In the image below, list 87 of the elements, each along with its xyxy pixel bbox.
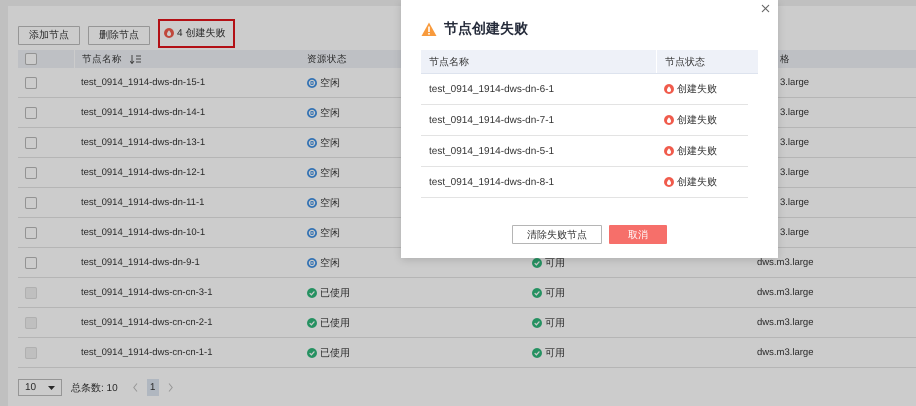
status-text: 已使用 — [320, 346, 350, 360]
idle-status-icon — [307, 258, 317, 268]
node-spec: 3.large — [780, 107, 810, 118]
caret-icon — [48, 386, 55, 390]
column-header: 节点名称 — [429, 56, 469, 68]
idle-status-icon — [307, 168, 317, 178]
failed-status-icon — [664, 177, 674, 187]
column-header: 资源状态 — [307, 52, 347, 66]
node-name: test_0914_1914-dws-dn-15-1 — [81, 77, 206, 88]
check-status-icon — [307, 348, 317, 358]
row-checkbox[interactable] — [25, 106, 37, 118]
node-name: test_0914_1914-dws-dn-5-1 — [429, 146, 554, 156]
page-number[interactable]: 1 — [146, 379, 159, 396]
node-name: test_0914_1914-dws-cn-cn-3-1 — [81, 287, 212, 298]
idle-status-icon — [307, 108, 317, 118]
node-spec: 3.large — [780, 227, 810, 238]
total-count: 总条数: 10 — [71, 382, 118, 394]
status-text: 创建失败 — [677, 114, 717, 127]
check-status-icon — [307, 288, 317, 298]
dialog-title: 节点创建失败 — [444, 20, 528, 38]
status-text: 创建失败 — [677, 82, 717, 96]
status-text: 空闲 — [320, 76, 340, 90]
idle-status-icon — [307, 138, 317, 148]
check-status-icon — [307, 318, 317, 328]
failure-notice[interactable]: 4 创建失败 — [158, 18, 236, 48]
node-name: test_0914_1914-dws-dn-11-1 — [81, 197, 204, 208]
status-text: 空闲 — [320, 196, 340, 210]
column-header: 格 — [780, 52, 790, 66]
check-status-icon — [532, 288, 542, 298]
failed-status-icon — [164, 28, 174, 38]
status-text: 已使用 — [320, 316, 350, 330]
row-checkbox[interactable] — [25, 166, 37, 178]
node-spec: dws.m3.large — [757, 317, 814, 328]
select-all-checkbox[interactable] — [25, 53, 37, 65]
node-name: test_0914_1914-dws-cn-cn-1-1 — [81, 347, 212, 358]
node-name: test_0914_1914-dws-dn-14-1 — [81, 107, 206, 118]
column-header: 节点状态 — [665, 56, 705, 68]
node-name: test_0914_1914-dws-dn-12-1 — [81, 167, 206, 178]
failed-status-icon — [664, 115, 674, 125]
failed-status-icon — [664, 146, 674, 156]
sort-icon[interactable] — [130, 54, 141, 64]
toolbar-button[interactable]: 删除节点 — [88, 26, 150, 44]
status-text: 创建失败 — [677, 176, 717, 189]
node-spec: 3.large — [780, 197, 810, 208]
row-checkbox[interactable] — [25, 136, 37, 148]
page-size-select[interactable]: 10 — [18, 379, 62, 396]
idle-status-icon — [307, 78, 317, 88]
status-text: 空闲 — [320, 166, 340, 180]
node-spec: 3.large — [780, 167, 810, 178]
row-checkbox[interactable] — [25, 76, 37, 88]
row-checkbox[interactable] — [25, 256, 37, 268]
failed-status-icon — [664, 84, 674, 94]
node-name: test_0914_1914-dws-dn-13-1 — [81, 137, 206, 148]
node-name: test_0914_1914-dws-dn-10-1 — [81, 227, 206, 238]
status-text: 空闲 — [320, 226, 340, 240]
node-spec: 3.large — [780, 77, 810, 88]
node-name: test_0914_1914-dws-cn-cn-2-1 — [81, 317, 212, 328]
toolbar-button[interactable]: 添加节点 — [18, 26, 80, 44]
next-page-icon[interactable] — [168, 383, 173, 392]
node-spec: dws.m3.large — [757, 257, 814, 268]
status-text: 空闲 — [320, 256, 340, 270]
status-text: 可用 — [545, 316, 565, 330]
node-spec: dws.m3.large — [757, 287, 814, 298]
row-checkbox[interactable] — [25, 196, 37, 208]
check-status-icon — [532, 348, 542, 358]
check-status-icon — [532, 318, 542, 328]
node-name: test_0914_1914-dws-dn-7-1 — [429, 114, 554, 126]
node-spec: dws.m3.large — [757, 347, 814, 358]
clear-failed-button[interactable]: 清除失败节点 — [512, 225, 602, 244]
node-name: test_0914_1914-dws-dn-8-1 — [429, 176, 554, 188]
status-text: 已使用 — [320, 286, 350, 300]
node-spec: 3.large — [780, 137, 810, 148]
node-name: test_0914_1914-dws-dn-9-1 — [81, 257, 200, 268]
status-text: 可用 — [545, 256, 565, 270]
row-checkbox[interactable] — [25, 226, 37, 238]
warning-icon — [421, 22, 437, 36]
prev-page-icon[interactable] — [132, 383, 138, 392]
column-header: 节点名称 — [82, 52, 122, 66]
status-text: 空闲 — [320, 106, 340, 120]
idle-status-icon — [307, 228, 317, 238]
close-icon[interactable] — [761, 4, 770, 13]
status-text: 可用 — [545, 286, 565, 300]
node-name: test_0914_1914-dws-dn-6-1 — [429, 84, 554, 94]
status-text: 可用 — [545, 346, 565, 360]
status-text: 空闲 — [320, 136, 340, 150]
status-text: 创建失败 — [677, 144, 717, 158]
idle-status-icon — [307, 198, 317, 208]
